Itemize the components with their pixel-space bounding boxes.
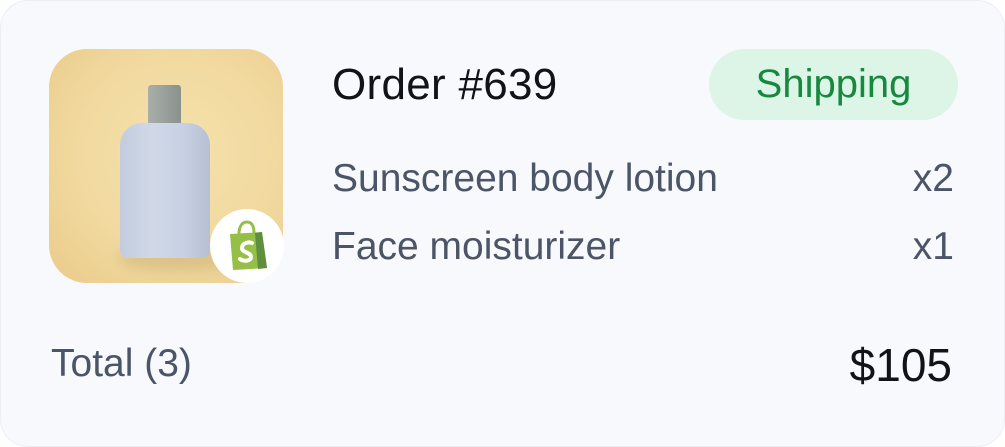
shopify-bag-icon bbox=[210, 209, 284, 283]
line-item: Face moisturizer x1 bbox=[332, 224, 954, 270]
line-item-quantity: x1 bbox=[912, 225, 954, 268]
bottle-cap bbox=[148, 85, 181, 125]
bottle-body bbox=[120, 123, 210, 258]
order-card[interactable]: Order #639 Shipping Sunscreen body lotio… bbox=[0, 0, 1005, 447]
order-title: Order #639 bbox=[332, 60, 558, 109]
line-item: Sunscreen body lotion x2 bbox=[332, 156, 954, 202]
total-label: Total (3) bbox=[51, 342, 192, 385]
line-item-quantity: x2 bbox=[912, 157, 954, 200]
total-amount: $105 bbox=[849, 339, 952, 391]
status-badge: Shipping bbox=[709, 49, 958, 120]
line-item-name: Face moisturizer bbox=[332, 225, 621, 268]
line-item-name: Sunscreen body lotion bbox=[332, 157, 718, 200]
